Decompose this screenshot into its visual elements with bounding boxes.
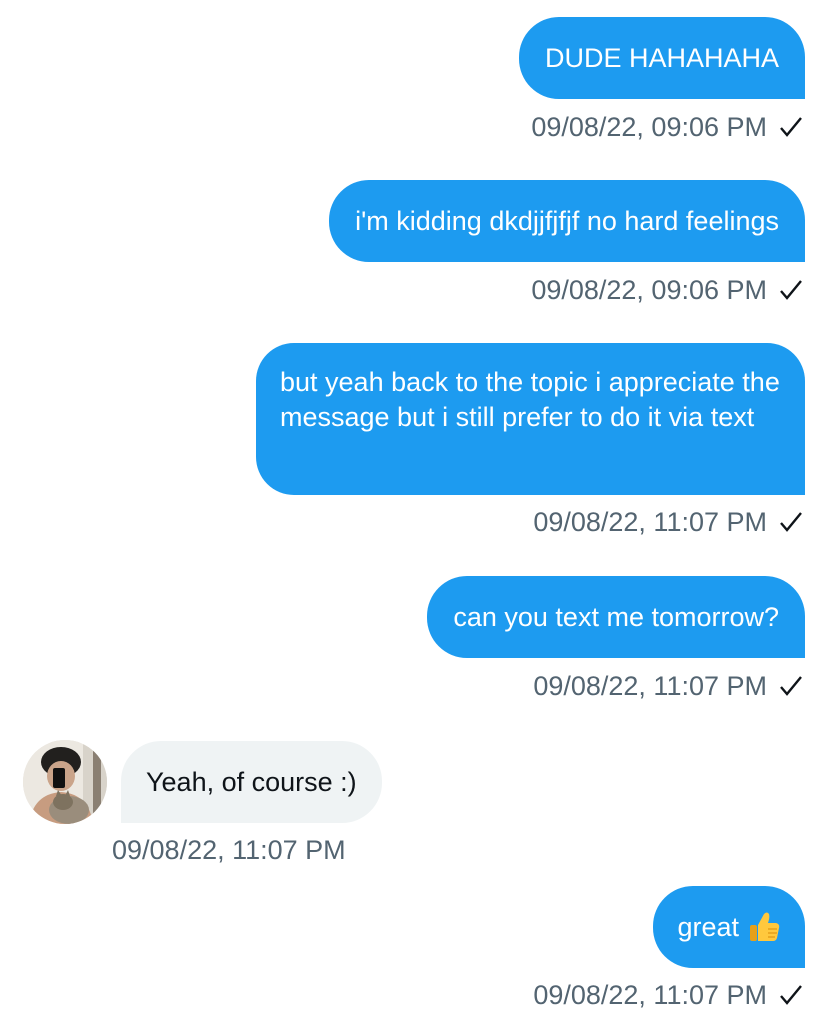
- checkmark-icon: [780, 512, 802, 532]
- message-thread: DUDE HAHAHAHA 09/08/22, 09:06 PM i'm kid…: [0, 0, 833, 1024]
- message-timestamp: 09/08/22, 11:07 PM: [112, 834, 346, 866]
- message-text: can you text me tomorrow?: [453, 601, 779, 632]
- thumbs-up-icon: [750, 912, 780, 941]
- timestamp-text: 09/08/22, 09:06 PM: [531, 275, 767, 305]
- incoming-message-bubble[interactable]: Yeah, of course :): [121, 741, 382, 823]
- message-text: i'm kidding dkdjjfjfjf no hard feelings: [355, 205, 779, 236]
- message-timestamp: 09/08/22, 11:07 PM: [533, 979, 803, 1011]
- message-timestamp: 09/08/22, 09:06 PM: [531, 111, 803, 143]
- timestamp-text: 09/08/22, 11:07 PM: [112, 835, 346, 865]
- avatar-photo-icon: [23, 740, 107, 824]
- message-text: DUDE HAHAHAHA: [544, 42, 779, 73]
- checkmark-icon: [780, 280, 802, 300]
- outgoing-message-bubble[interactable]: can you text me tomorrow?: [427, 576, 805, 658]
- outgoing-message-bubble[interactable]: DUDE HAHAHAHA: [518, 17, 805, 99]
- message-text: but yeah back to the topic i appreciate …: [280, 367, 780, 432]
- checkmark-icon: [780, 985, 802, 1005]
- outgoing-message-bubble[interactable]: great: [653, 886, 805, 968]
- checkmark-icon: [780, 676, 802, 696]
- avatar[interactable]: [23, 740, 107, 824]
- message-text: great: [677, 911, 739, 942]
- message-timestamp: 09/08/22, 11:07 PM: [533, 670, 803, 702]
- message-timestamp: 09/08/22, 09:06 PM: [531, 274, 803, 306]
- outgoing-message-bubble[interactable]: i'm kidding dkdjjfjfjf no hard feelings: [329, 180, 805, 262]
- checkmark-icon: [780, 117, 802, 137]
- timestamp-text: 09/08/22, 11:07 PM: [533, 507, 767, 537]
- message-timestamp: 09/08/22, 11:07 PM: [533, 506, 803, 538]
- timestamp-text: 09/08/22, 11:07 PM: [533, 671, 767, 701]
- timestamp-text: 09/08/22, 09:06 PM: [531, 112, 767, 142]
- outgoing-message-bubble[interactable]: but yeah back to the topic i appreciate …: [256, 343, 805, 495]
- timestamp-text: 09/08/22, 11:07 PM: [533, 980, 767, 1010]
- message-text: Yeah, of course :): [146, 766, 357, 797]
